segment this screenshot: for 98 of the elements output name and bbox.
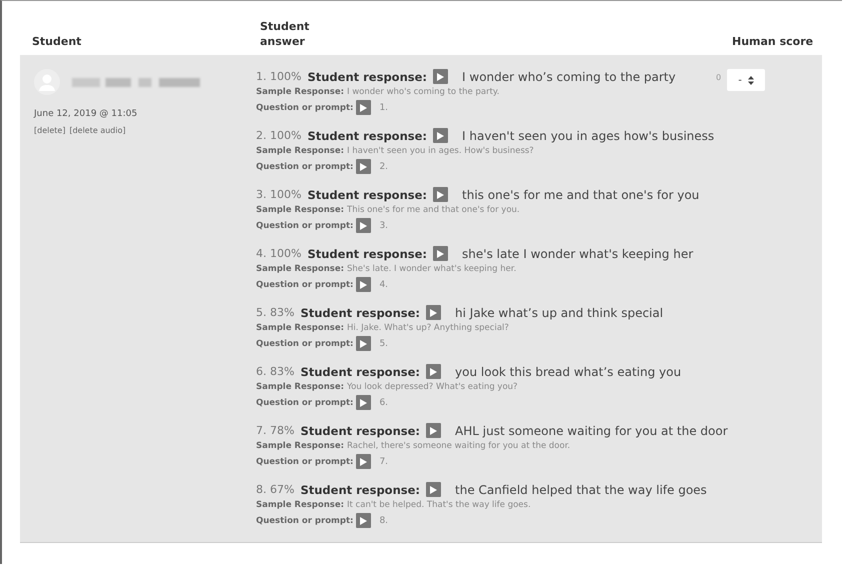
sample-response: I wonder who's coming to the party. — [347, 87, 500, 97]
play-button[interactable] — [433, 69, 448, 84]
play-icon — [430, 308, 438, 316]
prompt-label: Question or prompt: — [256, 398, 354, 408]
prompt-number: 5. — [379, 338, 388, 348]
column-header: Human score — [732, 34, 814, 49]
play-icon — [360, 398, 368, 406]
play-button[interactable] — [356, 218, 372, 233]
play-icon — [430, 426, 438, 434]
sample-response: She's late. I wonder what's keeping her. — [347, 264, 516, 274]
sort-icon — [748, 76, 754, 84]
sample-label: Sample Response: — [256, 87, 344, 97]
prompt-label: Question or prompt: — [256, 162, 354, 172]
sample-label: Sample Response: — [256, 323, 344, 333]
response-label: Student response: — [300, 306, 420, 320]
play-button[interactable] — [356, 159, 372, 174]
prompt-number: 4. — [379, 280, 388, 290]
response-label: Student response: — [307, 246, 428, 260]
prompt-label: Question or prompt: — [256, 456, 354, 466]
sample-response: It can't be helped. That's the way life goes. — [347, 500, 531, 510]
delete-link[interactable]: [delete audio] — [69, 126, 126, 135]
answer-score: 3. 100% — [256, 188, 302, 201]
avatar-icon — [34, 69, 60, 95]
prompt-number: 2. — [379, 162, 388, 172]
sample-label: Sample Response: — [256, 146, 344, 156]
play-icon — [437, 250, 444, 258]
prompt-label: Question or prompt: — [256, 516, 354, 526]
sample-response: Rachel, there's someone waiting for you at the door. — [347, 441, 570, 451]
prompt-label: Question or prompt: — [256, 220, 354, 230]
play-button[interactable] — [356, 395, 372, 410]
play-button[interactable] — [356, 454, 372, 469]
play-icon — [437, 72, 444, 80]
sample-label: Sample Response: — [256, 205, 344, 215]
student-response: hi Jake what’s up and think special — [455, 306, 664, 320]
play-button[interactable] — [433, 246, 448, 261]
submission-date: June 12, 2019 @ 11:05 — [34, 109, 138, 119]
prompt-label: Question or prompt: — [256, 280, 354, 290]
sample-response: This one's for me and that one's for you. — [347, 205, 520, 215]
sample-label: Sample Response: — [256, 382, 344, 392]
student-response: I haven't seen you in ages how's business — [462, 128, 714, 142]
play-button[interactable] — [426, 364, 442, 379]
play-button[interactable] — [426, 482, 442, 497]
response-label: Student response: — [307, 188, 428, 202]
play-icon — [430, 368, 438, 376]
prompt-number: 6. — [379, 398, 388, 408]
student-response: the Canfield helped that the way life goes — [455, 482, 707, 496]
prompt-number: 7. — [379, 456, 388, 466]
play-button[interactable] — [356, 277, 372, 292]
sample-response: You look depressed? What's eating you? — [347, 382, 518, 392]
column-header: Student answer — [260, 19, 310, 49]
answer-score: 2. 100% — [256, 129, 302, 142]
sample-response: I haven't seen you in ages. How's business? — [347, 146, 534, 156]
score-select[interactable]: - — [727, 69, 766, 91]
score-label: 0 — [716, 73, 722, 82]
delete-link[interactable]: [delete] — [34, 126, 66, 135]
sample-response: Hi. Jake. What's up? Anything special? — [347, 323, 509, 333]
student-response: I wonder who’s coming to the party — [462, 70, 676, 84]
answer-score: 1. 100% — [256, 70, 302, 83]
play-icon — [360, 104, 368, 112]
answer-score: 5. 83% — [256, 306, 294, 319]
play-icon — [360, 458, 368, 466]
prompt-label: Question or prompt: — [256, 102, 354, 112]
play-icon — [360, 280, 368, 288]
play-icon — [360, 516, 368, 524]
student-response: she's late I wonder what's keeping her — [462, 246, 694, 260]
play-icon — [360, 340, 368, 348]
play-button[interactable] — [356, 513, 372, 528]
student-response: you look this bread what’s eating you — [455, 364, 682, 378]
column-header: Student — [31, 34, 82, 49]
prompt-label: Question or prompt: — [256, 338, 354, 348]
play-button[interactable] — [356, 336, 372, 351]
play-icon — [430, 486, 438, 494]
answer-score: 6. 83% — [256, 365, 294, 378]
answer-score: 8. 67% — [256, 483, 294, 496]
sample-label: Sample Response: — [256, 264, 344, 274]
response-label: Student response: — [300, 364, 420, 378]
prompt-number: 1. — [379, 102, 388, 112]
play-icon — [437, 190, 444, 198]
response-label: Student response: — [300, 424, 420, 438]
prompt-number: 3. — [379, 220, 388, 230]
response-label: Student response: — [307, 70, 428, 84]
play-button[interactable] — [426, 423, 442, 438]
sample-label: Sample Response: — [256, 500, 344, 510]
play-icon — [360, 222, 368, 230]
play-button[interactable] — [433, 128, 448, 143]
play-button[interactable] — [433, 187, 448, 202]
prompt-number: 8. — [379, 516, 388, 526]
play-button[interactable] — [356, 100, 372, 115]
response-label: Student response: — [300, 482, 420, 496]
student-response: AHL just someone waiting for you at the door — [455, 424, 728, 438]
play-button[interactable] — [426, 305, 442, 320]
play-icon — [360, 162, 368, 170]
student-response: this one's for me and that one's for you — [462, 188, 700, 202]
play-icon — [437, 132, 444, 140]
response-label: Student response: — [307, 128, 428, 142]
answer-score: 4. 100% — [256, 247, 302, 260]
sample-label: Sample Response: — [256, 441, 344, 451]
answer-score: 7. 78% — [256, 424, 294, 437]
